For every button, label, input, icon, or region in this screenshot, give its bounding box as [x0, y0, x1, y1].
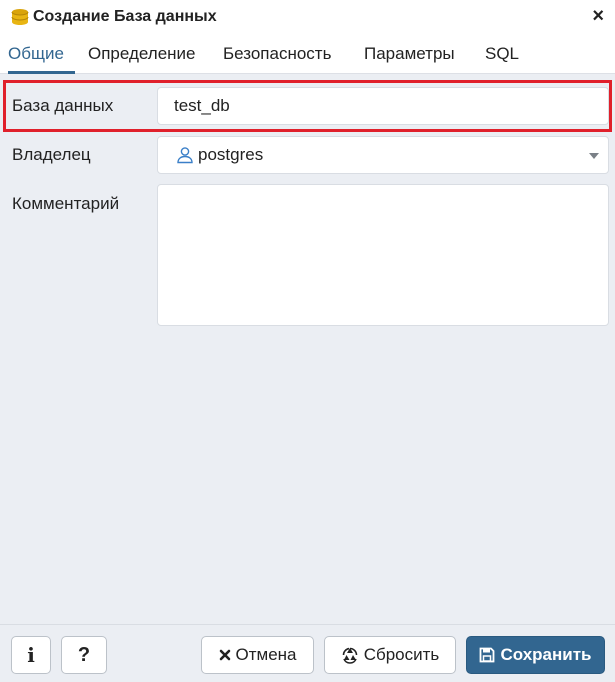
- comment-textarea[interactable]: [157, 184, 609, 326]
- owner-select[interactable]: postgres: [157, 136, 609, 174]
- close-icon[interactable]: ×: [592, 5, 604, 27]
- cancel-button[interactable]: Отмена: [201, 636, 314, 674]
- tab-general[interactable]: Общие: [8, 34, 75, 74]
- tab-definition[interactable]: Определение: [88, 34, 210, 73]
- dialog-title: Создание База данных: [33, 8, 217, 25]
- reset-label: Сбросить: [363, 645, 440, 664]
- database-name-input[interactable]: test_db: [157, 87, 609, 125]
- comment-label: Комментарий: [12, 194, 120, 213]
- floppy-disk-icon: [479, 647, 495, 663]
- owner-label: Владелец: [12, 145, 91, 164]
- owner-value: postgres: [198, 145, 264, 164]
- cancel-label: Отмена: [235, 645, 297, 664]
- tab-sql[interactable]: SQL: [485, 34, 525, 73]
- save-button[interactable]: Сохранить: [466, 636, 605, 674]
- close-icon: [219, 649, 231, 661]
- dialog-titlebar: Создание База данных ×: [0, 0, 615, 34]
- info-button[interactable]: i: [11, 636, 51, 674]
- save-label: Сохранить: [500, 645, 592, 664]
- help-button[interactable]: ?: [61, 636, 107, 674]
- user-icon: [177, 147, 193, 164]
- database-label: База данных: [12, 96, 114, 115]
- tab-security[interactable]: Безопасность: [223, 34, 351, 73]
- tab-parameters[interactable]: Параметры: [364, 34, 472, 73]
- database-icon: [11, 9, 29, 25]
- chevron-down-icon[interactable]: [589, 153, 599, 159]
- tab-bar: Общие Определение Безопасность Параметры…: [0, 34, 615, 74]
- reset-button[interactable]: Сбросить: [324, 636, 456, 674]
- recycle-icon: [341, 646, 359, 664]
